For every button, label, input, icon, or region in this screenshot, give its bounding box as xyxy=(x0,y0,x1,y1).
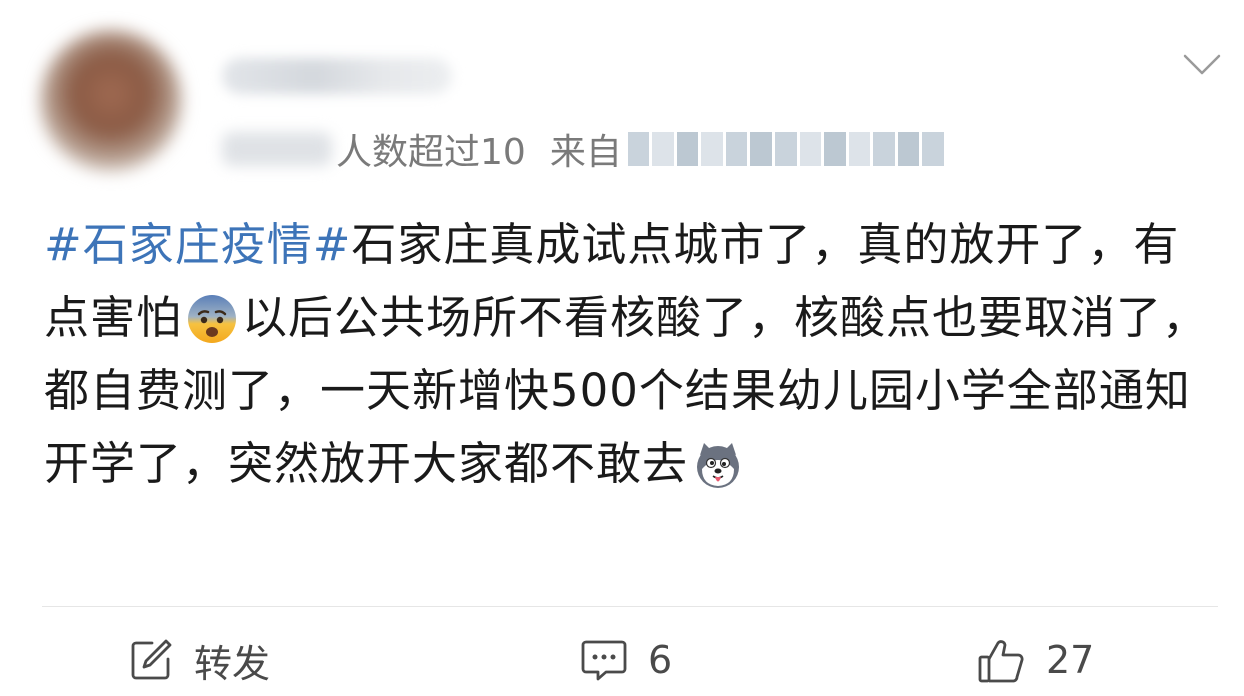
repost-label: 转发 xyxy=(194,641,271,686)
hashtag-link[interactable]: #石家庄疫情# xyxy=(44,218,351,271)
share-edit-icon xyxy=(128,637,174,683)
source-label: 来自 xyxy=(549,132,622,173)
post-meta: 人数超过10 来自 xyxy=(222,122,944,176)
username-blurred[interactable] xyxy=(222,58,452,94)
source-blurred xyxy=(627,132,944,166)
fearful-face-icon xyxy=(186,293,238,345)
post-text: #石家庄疫情#石家庄真成试点城市了，真的放开了，有点害怕 以后公共场所不看核酸了… xyxy=(44,208,1214,500)
weibo-post: 人数超过10 来自 #石家庄疫情#石家庄真成试点城市了，真的放开了，有点害怕 以… xyxy=(0,0,1244,696)
thumbs-up-icon xyxy=(976,635,1026,685)
husky-dog-face-icon xyxy=(692,439,744,491)
comment-bubble-icon xyxy=(580,637,628,683)
comment-button[interactable]: 6 xyxy=(580,632,672,688)
divider xyxy=(42,606,1218,607)
avatar[interactable] xyxy=(40,30,182,172)
meta-text: 人数超过10 xyxy=(336,132,526,173)
like-count: 27 xyxy=(1046,638,1095,682)
like-button[interactable]: 27 xyxy=(976,632,1094,688)
meta-blurred xyxy=(222,132,332,166)
chevron-down-icon[interactable] xyxy=(1182,52,1222,78)
repost-button[interactable]: 转发 xyxy=(128,632,270,688)
comment-count: 6 xyxy=(648,638,673,682)
